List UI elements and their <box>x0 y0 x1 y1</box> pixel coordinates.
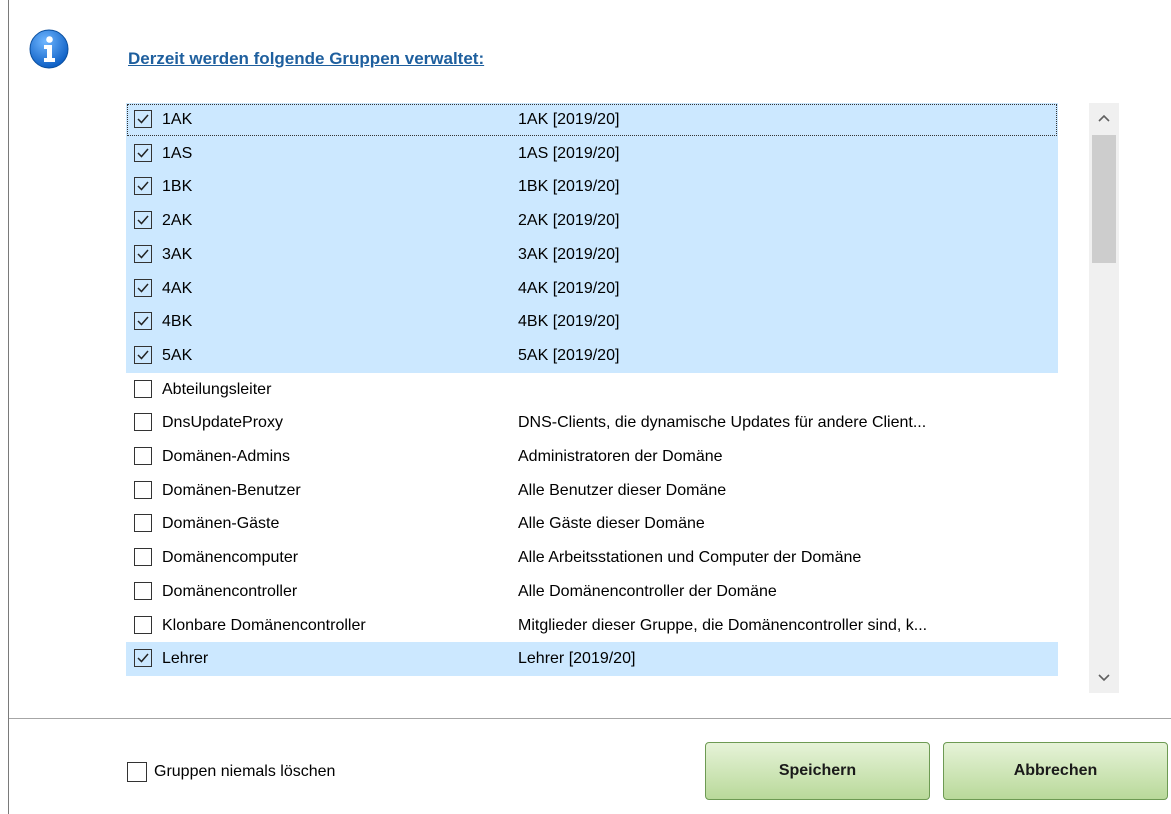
never-delete-checkbox[interactable] <box>127 762 147 782</box>
group-name: Domänen-Gäste <box>162 515 280 533</box>
group-checkbox[interactable] <box>134 615 152 634</box>
check-icon <box>137 316 149 326</box>
check-icon <box>137 148 149 158</box>
group-list: 1AK 1AK [2019/20] 1AS 1AS [2019/20] 1BK 1BK [… <box>126 103 1062 693</box>
group-name: 4BK <box>162 313 193 331</box>
group-row[interactable]: Domänen-Gäste Alle Gäste dieser Domäne <box>126 507 1058 541</box>
group-name: 2AK <box>162 212 193 230</box>
group-description: 4BK [2019/20] <box>518 313 620 331</box>
check-icon <box>137 283 149 293</box>
group-row[interactable]: DnsUpdateProxy DNS-Clients, die dynamisch… <box>126 406 1058 440</box>
group-row[interactable]: 1AK 1AK [2019/20] <box>126 103 1058 137</box>
group-name: DnsUpdateProxy <box>162 414 283 432</box>
group-row[interactable]: Lehrer Lehrer [2019/20] <box>126 642 1058 677</box>
cancel-button[interactable]: Abbrechen <box>943 742 1168 800</box>
group-row[interactable]: 1BK 1BK [2019/20] <box>126 170 1058 205</box>
group-checkbox[interactable] <box>134 143 152 162</box>
group-name: Domänencontroller <box>162 582 298 600</box>
group-description: Lehrer [2019/20] <box>518 650 636 668</box>
group-name: Klonbare Domänencontroller <box>162 616 366 634</box>
group-description: Administratoren der Domäne <box>518 448 723 465</box>
group-description: 5AK [2019/20] <box>518 346 620 364</box>
group-description: Alle Arbeitsstationen und Computer der D… <box>518 549 862 567</box>
group-description: Mitglieder dieser Gruppe, die Domänencon… <box>518 616 928 634</box>
scrollbar-thumb[interactable] <box>1092 135 1116 263</box>
group-name: 5AK <box>162 346 193 364</box>
group-checkbox[interactable] <box>134 312 152 331</box>
group-description: 1AK [2019/20] <box>518 111 620 128</box>
group-checkbox[interactable] <box>134 514 152 533</box>
group-description: Alle Domänencontroller der Domäne <box>518 582 777 600</box>
group-name: 1AS <box>162 144 193 162</box>
chevron-up-icon <box>1098 114 1110 122</box>
group-checkbox[interactable] <box>134 244 152 263</box>
chevron-down-icon <box>1098 674 1110 682</box>
check-icon <box>137 181 149 191</box>
group-name: 1AK <box>162 111 193 128</box>
save-button[interactable]: Speichern <box>705 742 930 800</box>
group-name: Lehrer <box>162 650 209 668</box>
check-icon <box>137 249 149 259</box>
vertical-scrollbar[interactable] <box>1089 103 1119 693</box>
group-description: 1AS [2019/20] <box>518 144 620 162</box>
never-delete-label: Gruppen niemals löschen <box>154 763 336 780</box>
group-row[interactable]: Domänencomputer Alle Arbeitsstationen und… <box>126 541 1058 575</box>
check-icon <box>137 114 149 124</box>
group-name: 1BK <box>162 178 193 196</box>
group-description: 4AK [2019/20] <box>518 279 620 297</box>
group-description: Alle Benutzer dieser Domäne <box>518 481 727 499</box>
group-row[interactable]: Abteilungsleiter <box>126 373 1058 407</box>
group-name: Domänencomputer <box>162 549 299 567</box>
page-title: Derzeit werden folgende Gruppen verwalte… <box>128 49 485 68</box>
check-icon <box>137 350 149 360</box>
group-description: 1BK [2019/20] <box>518 178 620 196</box>
group-description: Alle Gäste dieser Domäne <box>518 515 705 533</box>
group-row[interactable]: Domänen-Benutzer Alle Benutzer dieser Dom… <box>126 474 1058 508</box>
check-icon <box>137 653 149 663</box>
group-description: 3AK [2019/20] <box>518 245 620 263</box>
group-checkbox[interactable] <box>134 649 152 668</box>
group-row[interactable]: 2AK 2AK [2019/20] <box>126 204 1058 239</box>
group-checkbox[interactable] <box>134 548 152 567</box>
group-name: 4AK <box>162 279 193 297</box>
group-checkbox[interactable] <box>134 447 152 465</box>
group-name: Domänen-Benutzer <box>162 481 301 499</box>
group-checkbox[interactable] <box>134 278 152 297</box>
scroll-down-button[interactable] <box>1089 663 1119 693</box>
group-description: DNS-Clients, die dynamische Updates für … <box>518 414 927 432</box>
group-row[interactable]: 4AK 4AK [2019/20] <box>126 271 1058 306</box>
group-checkbox[interactable] <box>134 345 152 364</box>
group-row[interactable]: 4BK 4BK [2019/20] <box>126 305 1058 340</box>
group-checkbox[interactable] <box>134 581 152 600</box>
check-icon <box>137 215 149 225</box>
scroll-up-button[interactable] <box>1089 103 1119 133</box>
group-checkbox[interactable] <box>134 211 152 230</box>
group-name: Abteilungsleiter <box>162 380 272 398</box>
group-checkbox[interactable] <box>134 379 152 398</box>
group-checkbox[interactable] <box>134 413 152 432</box>
group-description: 2AK [2019/20] <box>518 212 620 230</box>
group-checkbox[interactable] <box>134 110 152 128</box>
group-row[interactable]: Domänen-Admins Administratoren der Domäne <box>126 440 1058 474</box>
group-name: 3AK <box>162 245 193 263</box>
group-checkbox[interactable] <box>134 480 152 499</box>
group-checkbox[interactable] <box>134 177 152 196</box>
group-row[interactable]: 5AK 5AK [2019/20] <box>126 338 1058 373</box>
group-row[interactable]: 1AS 1AS [2019/20] <box>126 136 1058 171</box>
group-row[interactable]: Klonbare Domänencontroller Mitglieder die… <box>126 609 1058 643</box>
group-row[interactable]: 3AK 3AK [2019/20] <box>126 237 1058 272</box>
group-row[interactable]: Domänencontroller Alle Domänencontroller … <box>126 575 1058 609</box>
group-name: Domänen-Admins <box>162 448 291 465</box>
info-icon <box>29 29 69 69</box>
